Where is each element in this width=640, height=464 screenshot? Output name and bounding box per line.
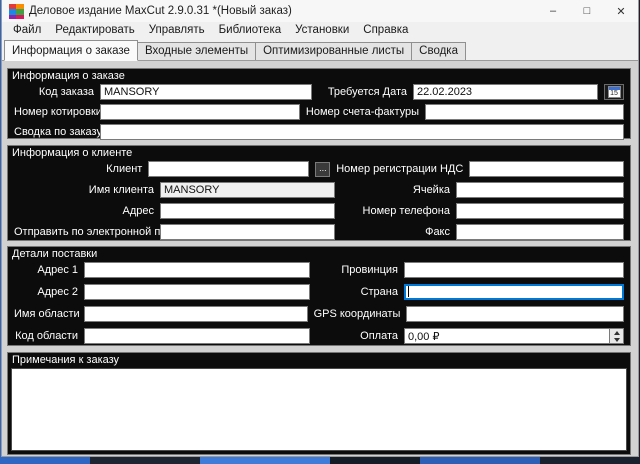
- section-notes-title: Примечания к заказу: [8, 353, 630, 366]
- row-address1-province: Адрес 1 Провинция: [14, 262, 624, 278]
- region-code-label: Код области: [14, 328, 78, 344]
- phone-label: Номер телефона: [341, 203, 450, 219]
- spinner-down-icon[interactable]: [610, 336, 623, 343]
- required-date-label: Требуется Дата: [318, 84, 407, 100]
- menu-edit[interactable]: Редактировать: [48, 22, 141, 39]
- cell-label: Ячейка: [341, 182, 450, 198]
- calendar-button[interactable]: 15: [604, 84, 624, 100]
- address2-input[interactable]: [84, 284, 310, 300]
- order-summary-input[interactable]: [100, 124, 624, 140]
- section-delivery-title: Детали поставки: [8, 247, 630, 260]
- email-input[interactable]: [160, 224, 335, 240]
- section-client-info-title: Информация о клиенте: [8, 146, 630, 159]
- vat-label: Номер регистрации НДС: [336, 161, 463, 177]
- row-clientname-cell: Имя клиента Ячейка: [14, 182, 624, 198]
- quote-number-input[interactable]: [100, 104, 300, 120]
- province-label: Провинция: [316, 262, 398, 278]
- row-email-fax: Отправить по электронной почте Факс: [14, 224, 624, 240]
- close-button[interactable]: ✕: [604, 0, 638, 22]
- menu-settings[interactable]: Установки: [288, 22, 356, 39]
- order-code-label: Код заказа: [14, 84, 94, 100]
- section-order-info-title: Информация о заказе: [8, 69, 630, 82]
- row-regionname-gps: Имя области GPS координаты: [14, 306, 624, 322]
- client-address-label: Адрес: [14, 203, 154, 219]
- minimize-button[interactable]: –: [536, 0, 570, 22]
- payment-spinner: [609, 328, 624, 344]
- text-caret: [408, 286, 409, 297]
- address1-input[interactable]: [84, 262, 310, 278]
- country-label: Страна: [316, 284, 398, 300]
- country-input[interactable]: [404, 284, 624, 300]
- window-title: Деловое издание MaxCut 2.9.0.31 *(Новый …: [29, 5, 292, 17]
- section-delivery-details: Детали поставки Адрес 1 Провинция Адрес …: [7, 246, 631, 346]
- email-label: Отправить по электронной почте: [14, 224, 154, 240]
- client-browse-button[interactable]: ...: [315, 162, 330, 177]
- spinner-up-icon[interactable]: [610, 329, 623, 336]
- vat-input[interactable]: [469, 161, 624, 177]
- menu-file[interactable]: Файл: [6, 22, 48, 39]
- payment-input[interactable]: [404, 328, 609, 344]
- row-order-summary: Сводка по заказу: [14, 124, 624, 140]
- quote-number-label: Номер котировки: [14, 104, 94, 120]
- fax-input[interactable]: [456, 224, 624, 240]
- row-order-code-date: Код заказа Требуется Дата 15: [14, 84, 624, 100]
- menu-help[interactable]: Справка: [356, 22, 415, 39]
- tab-order-info[interactable]: Информация о заказе: [4, 40, 138, 61]
- tab-optimized-sheets[interactable]: Оптимизированные листы: [255, 42, 412, 61]
- address1-label: Адрес 1: [14, 262, 78, 278]
- address2-label: Адрес 2: [14, 284, 78, 300]
- tab-strip: Информация о заказе Входные элементы Опт…: [2, 39, 638, 61]
- client-address-input[interactable]: [160, 203, 335, 219]
- app-logo-icon: [9, 4, 24, 19]
- row-address-phone: Адрес Номер телефона: [14, 203, 624, 219]
- payment-label: Оплата: [316, 328, 398, 344]
- order-summary-label: Сводка по заказу: [14, 124, 94, 140]
- app-window: Деловое издание MaxCut 2.9.0.31 *(Новый …: [1, 0, 639, 457]
- client-input[interactable]: [148, 161, 309, 177]
- required-date-input[interactable]: [413, 84, 598, 100]
- region-name-input[interactable]: [84, 306, 308, 322]
- section-order-info: Информация о заказе Код заказа Требуется…: [7, 68, 631, 139]
- menu-library[interactable]: Библиотека: [212, 22, 289, 39]
- invoice-number-input[interactable]: [425, 104, 624, 120]
- tab-input-elements[interactable]: Входные элементы: [137, 42, 256, 61]
- calendar-icon: 15: [608, 86, 621, 98]
- client-name-input[interactable]: [160, 182, 335, 198]
- client-name-label: Имя клиента: [14, 182, 154, 198]
- region-code-input[interactable]: [84, 328, 310, 344]
- client-label: Клиент: [14, 161, 142, 177]
- row-address2-country: Адрес 2 Страна: [14, 284, 624, 300]
- phone-input[interactable]: [456, 203, 624, 219]
- gps-input[interactable]: [406, 306, 624, 322]
- row-regioncode-payment: Код области Оплата: [14, 328, 624, 344]
- fax-label: Факс: [341, 224, 450, 240]
- section-client-info: Информация о клиенте Клиент ... Номер ре…: [7, 145, 631, 241]
- title-bar: Деловое издание MaxCut 2.9.0.31 *(Новый …: [2, 0, 638, 22]
- row-client-vat: Клиент ... Номер регистрации НДС: [14, 161, 624, 177]
- order-notes-textarea[interactable]: [11, 368, 627, 451]
- province-input[interactable]: [404, 262, 624, 278]
- region-name-label: Имя области: [14, 306, 78, 322]
- cell-input[interactable]: [456, 182, 624, 198]
- page-content: Информация о заказе Код заказа Требуется…: [2, 61, 638, 456]
- maximize-button[interactable]: □: [570, 0, 604, 22]
- menu-bar: Файл Редактировать Управлять Библиотека …: [2, 22, 638, 39]
- gps-label: GPS координаты: [314, 306, 401, 322]
- invoice-number-label: Номер счета-фактуры: [306, 104, 419, 120]
- section-order-notes: Примечания к заказу: [7, 352, 631, 455]
- row-quote-invoice: Номер котировки Номер счета-фактуры: [14, 104, 624, 120]
- tab-summary[interactable]: Сводка: [411, 42, 466, 61]
- menu-manage[interactable]: Управлять: [142, 22, 212, 39]
- order-code-input[interactable]: [100, 84, 312, 100]
